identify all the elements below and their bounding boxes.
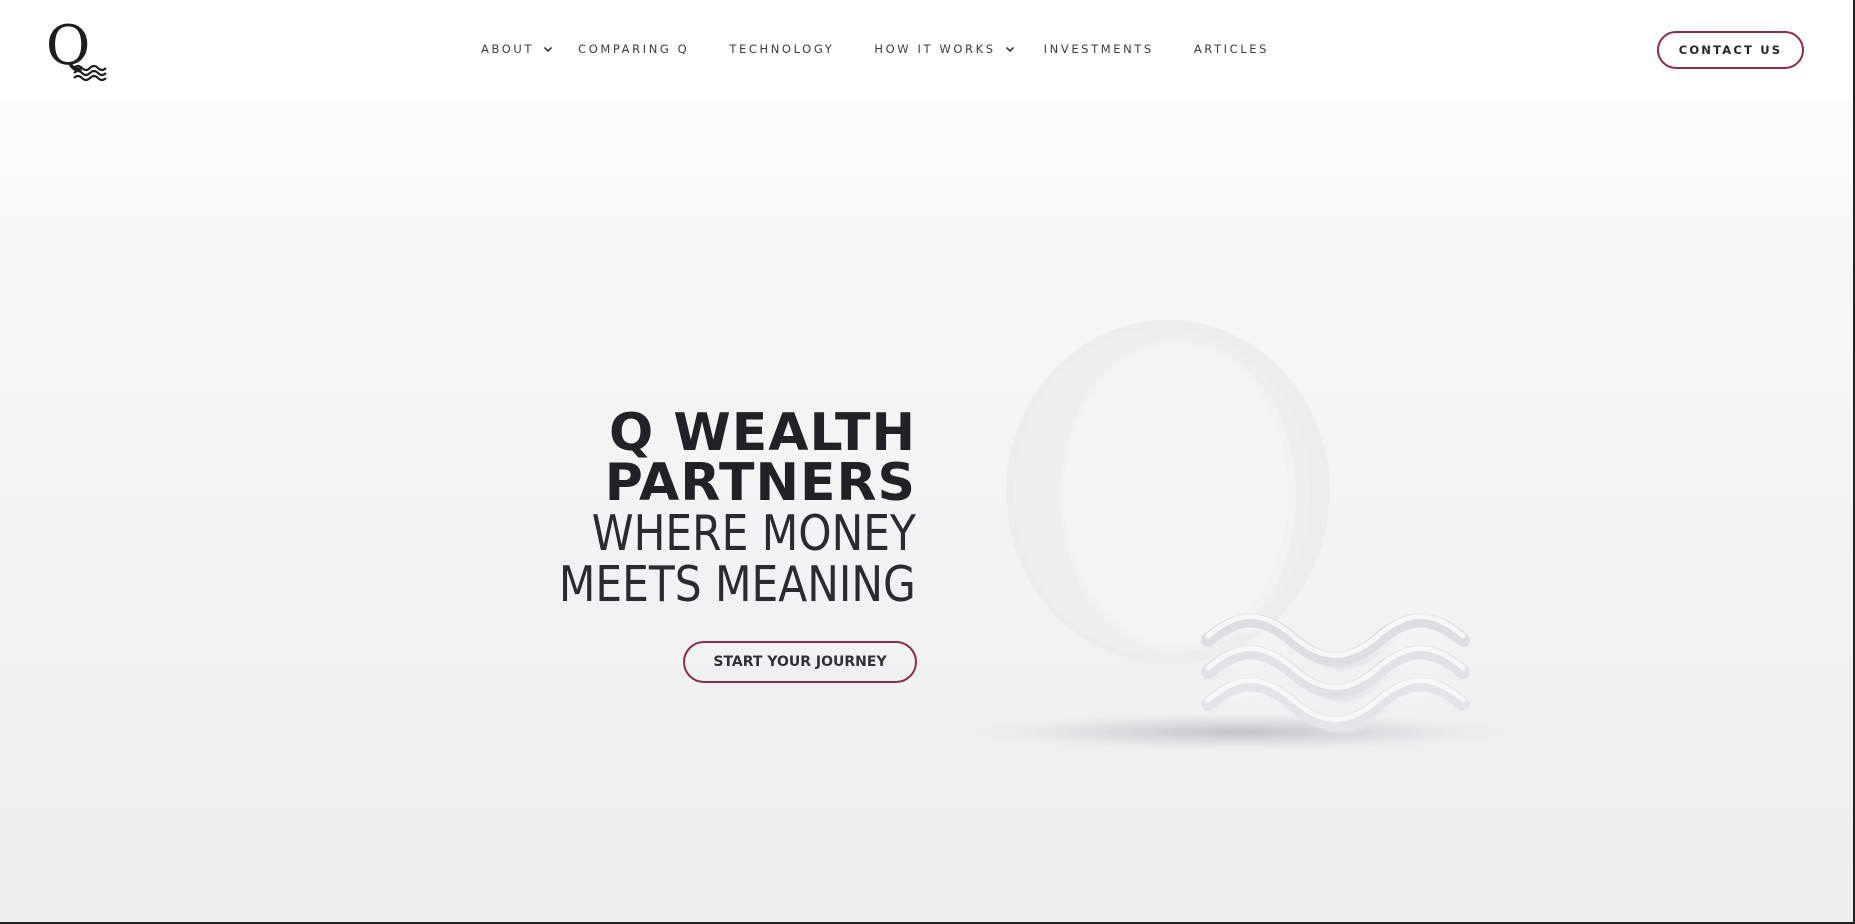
nav-item-label: COMPARING Q (578, 42, 690, 56)
nav-item-label: TECHNOLOGY (729, 42, 835, 56)
nav-item-about[interactable]: ABOUT (481, 42, 554, 56)
chevron-down-icon (543, 46, 553, 53)
start-journey-button[interactable]: START YOUR JOURNEY (683, 641, 917, 683)
nav-item-investments[interactable]: INVESTMENTS (1044, 42, 1154, 56)
chevron-down-icon (1005, 46, 1014, 53)
site-header: Q ABOUT COMPARING Q TECHNOLOGY HOW IT WO… (0, 0, 1855, 100)
hero-title-line-2: PARTNERS (604, 453, 916, 513)
q-waves-logo-icon[interactable]: Q (46, 18, 110, 82)
nav-item-how-it-works[interactable]: HOW IT WORKS (874, 42, 1015, 56)
hero-subtitle-line-2: MEETS MEANING (559, 556, 916, 613)
contact-us-button[interactable]: CONTACT US (1657, 31, 1804, 69)
page: Q ABOUT COMPARING Q TECHNOLOGY HOW IT WO… (0, 0, 1855, 924)
nav-item-label: ARTICLES (1193, 42, 1270, 56)
nav-item-label: HOW IT WORKS (874, 42, 996, 56)
nav-item-comparing-q[interactable]: COMPARING Q (578, 42, 689, 56)
hero-title: Q WEALTH PARTNERS (544, 403, 916, 513)
hero-text: Q WEALTH PARTNERS WHERE MONEY MEETS MEAN… (544, 403, 916, 610)
nav-item-technology[interactable]: TECHNOLOGY (729, 42, 834, 56)
hero-subtitle-line-1: WHERE MONEY (591, 505, 916, 562)
nav-item-label: INVESTMENTS (1043, 42, 1154, 56)
window-frame (0, 0, 1855, 924)
hero-subtitle: WHERE MONEY MEETS MEANING (559, 508, 916, 610)
nav-item-articles[interactable]: ARTICLES (1194, 42, 1269, 56)
main-nav: ABOUT COMPARING Q TECHNOLOGY HOW IT WORK… (481, 38, 1269, 60)
hero-title-line-1: Q WEALTH (609, 403, 916, 463)
nav-item-label: ABOUT (481, 42, 535, 56)
q-waves-emblem-icon (950, 320, 1530, 752)
